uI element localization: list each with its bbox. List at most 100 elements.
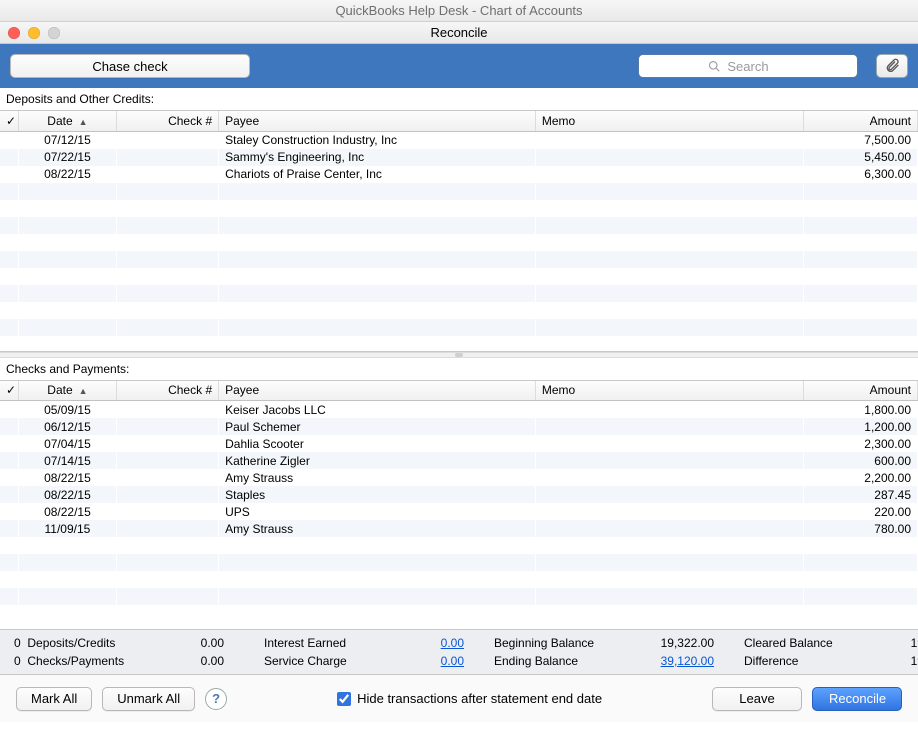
service-charge-amount-link[interactable]: 0.00 xyxy=(384,654,464,668)
cell xyxy=(803,588,917,605)
interest-label: Interest Earned xyxy=(264,636,384,650)
table-row[interactable]: 06/12/15Paul Schemer1,200.00 xyxy=(0,418,918,435)
cell xyxy=(18,183,116,200)
col-payee[interactable]: Payee xyxy=(219,111,536,131)
cell xyxy=(0,336,18,352)
cell xyxy=(0,251,18,268)
col-date[interactable]: Date▲ xyxy=(18,111,116,131)
table-row[interactable]: 08/22/15Chariots of Praise Center, Inc6,… xyxy=(0,166,918,183)
toolbar: Chase check xyxy=(0,44,918,88)
cell xyxy=(535,520,803,537)
table-row[interactable]: 08/22/15UPS220.00 xyxy=(0,503,918,520)
cell xyxy=(535,200,803,217)
interest-amount-link[interactable]: 0.00 xyxy=(384,636,464,650)
table-row[interactable]: 07/12/15Staley Construction Industry, In… xyxy=(0,132,918,149)
cell: 08/22/15 xyxy=(18,166,116,183)
leave-button[interactable]: Leave xyxy=(712,687,802,711)
cell xyxy=(116,469,218,486)
cell xyxy=(116,268,218,285)
ending-balance-label: Ending Balance xyxy=(494,654,624,668)
table-row xyxy=(0,268,918,285)
cell xyxy=(0,537,18,554)
grip-icon xyxy=(455,353,463,357)
table-row xyxy=(0,200,918,217)
cell xyxy=(803,217,917,234)
cell xyxy=(803,571,917,588)
cell xyxy=(116,503,218,520)
col-check-number[interactable]: Check # xyxy=(116,381,218,401)
cell xyxy=(116,571,218,588)
cell xyxy=(803,319,917,336)
col-memo[interactable]: Memo xyxy=(535,381,803,401)
search-wrap xyxy=(638,54,858,78)
col-date[interactable]: Date▲ xyxy=(18,381,116,401)
reconcile-button[interactable]: Reconcile xyxy=(812,687,902,711)
cell xyxy=(0,452,18,469)
checks-amount: 0.00 xyxy=(144,654,224,668)
mark-all-button[interactable]: Mark All xyxy=(16,687,92,711)
cell xyxy=(116,435,218,452)
table-row[interactable]: 07/22/15Sammy's Engineering, Inc5,450.00 xyxy=(0,149,918,166)
cell xyxy=(219,537,536,554)
table-row xyxy=(0,537,918,554)
table-row[interactable]: 11/09/15Amy Strauss780.00 xyxy=(0,520,918,537)
minimize-icon[interactable] xyxy=(28,27,40,39)
traffic-lights xyxy=(8,22,60,43)
hide-transactions-label: Hide transactions after statement end da… xyxy=(357,691,602,706)
ending-balance-amount-link[interactable]: 39,120.00 xyxy=(624,654,714,668)
cell xyxy=(0,200,18,217)
table-row xyxy=(0,319,918,336)
col-checkmark[interactable]: ✓ xyxy=(0,381,18,401)
cell: 05/09/15 xyxy=(18,401,116,418)
cell xyxy=(18,588,116,605)
checks-scroll[interactable]: 05/09/15Keiser Jacobs LLC1,800.0006/12/1… xyxy=(0,401,918,629)
deposits-header-table: ✓ Date▲ Check # Payee Memo Amount xyxy=(0,111,918,132)
close-icon[interactable] xyxy=(8,27,20,39)
hide-transactions-checkbox[interactable] xyxy=(337,692,351,706)
col-memo[interactable]: Memo xyxy=(535,111,803,131)
table-row[interactable]: 08/22/15Amy Strauss2,200.00 xyxy=(0,469,918,486)
cell xyxy=(116,149,218,166)
table-row[interactable]: 08/22/15Staples287.45 xyxy=(0,486,918,503)
cell xyxy=(219,234,536,251)
col-amount[interactable]: Amount xyxy=(803,111,917,131)
cell xyxy=(803,200,917,217)
cell xyxy=(803,537,917,554)
deposits-scroll[interactable]: 07/12/15Staley Construction Industry, In… xyxy=(0,132,918,352)
account-dropdown-button[interactable]: Chase check xyxy=(10,54,250,78)
cell xyxy=(535,217,803,234)
cleared-balance-amount: 19,322.00 xyxy=(874,636,918,650)
cell: 220.00 xyxy=(803,503,917,520)
table-row xyxy=(0,588,918,605)
deposits-count-label: Deposits/Credits xyxy=(27,636,115,650)
table-row[interactable]: 05/09/15Keiser Jacobs LLC1,800.00 xyxy=(0,401,918,418)
cell: Paul Schemer xyxy=(219,418,536,435)
deposits-amount: 0.00 xyxy=(144,636,224,650)
search-input[interactable] xyxy=(638,54,858,78)
cell xyxy=(0,418,18,435)
col-checkmark[interactable]: ✓ xyxy=(0,111,18,131)
col-payee[interactable]: Payee xyxy=(219,381,536,401)
cell: 5,450.00 xyxy=(803,149,917,166)
col-check-number[interactable]: Check # xyxy=(116,111,218,131)
cell xyxy=(0,217,18,234)
cell: 780.00 xyxy=(803,520,917,537)
cell xyxy=(535,503,803,520)
attachment-button[interactable] xyxy=(876,54,908,78)
zoom-icon[interactable] xyxy=(48,27,60,39)
table-row[interactable]: 07/04/15Dahlia Scooter2,300.00 xyxy=(0,435,918,452)
cell xyxy=(0,268,18,285)
table-row xyxy=(0,234,918,251)
help-button[interactable]: ? xyxy=(205,688,227,710)
cell: 287.45 xyxy=(803,486,917,503)
cleared-balance-label: Cleared Balance xyxy=(744,636,874,650)
cell xyxy=(116,401,218,418)
table-row xyxy=(0,217,918,234)
col-date-label: Date xyxy=(47,383,72,397)
col-amount[interactable]: Amount xyxy=(803,381,917,401)
unmark-all-button[interactable]: Unmark All xyxy=(102,687,195,711)
table-row[interactable]: 07/14/15Katherine Zigler600.00 xyxy=(0,452,918,469)
cell xyxy=(219,183,536,200)
table-row xyxy=(0,336,918,352)
cell xyxy=(116,605,218,622)
